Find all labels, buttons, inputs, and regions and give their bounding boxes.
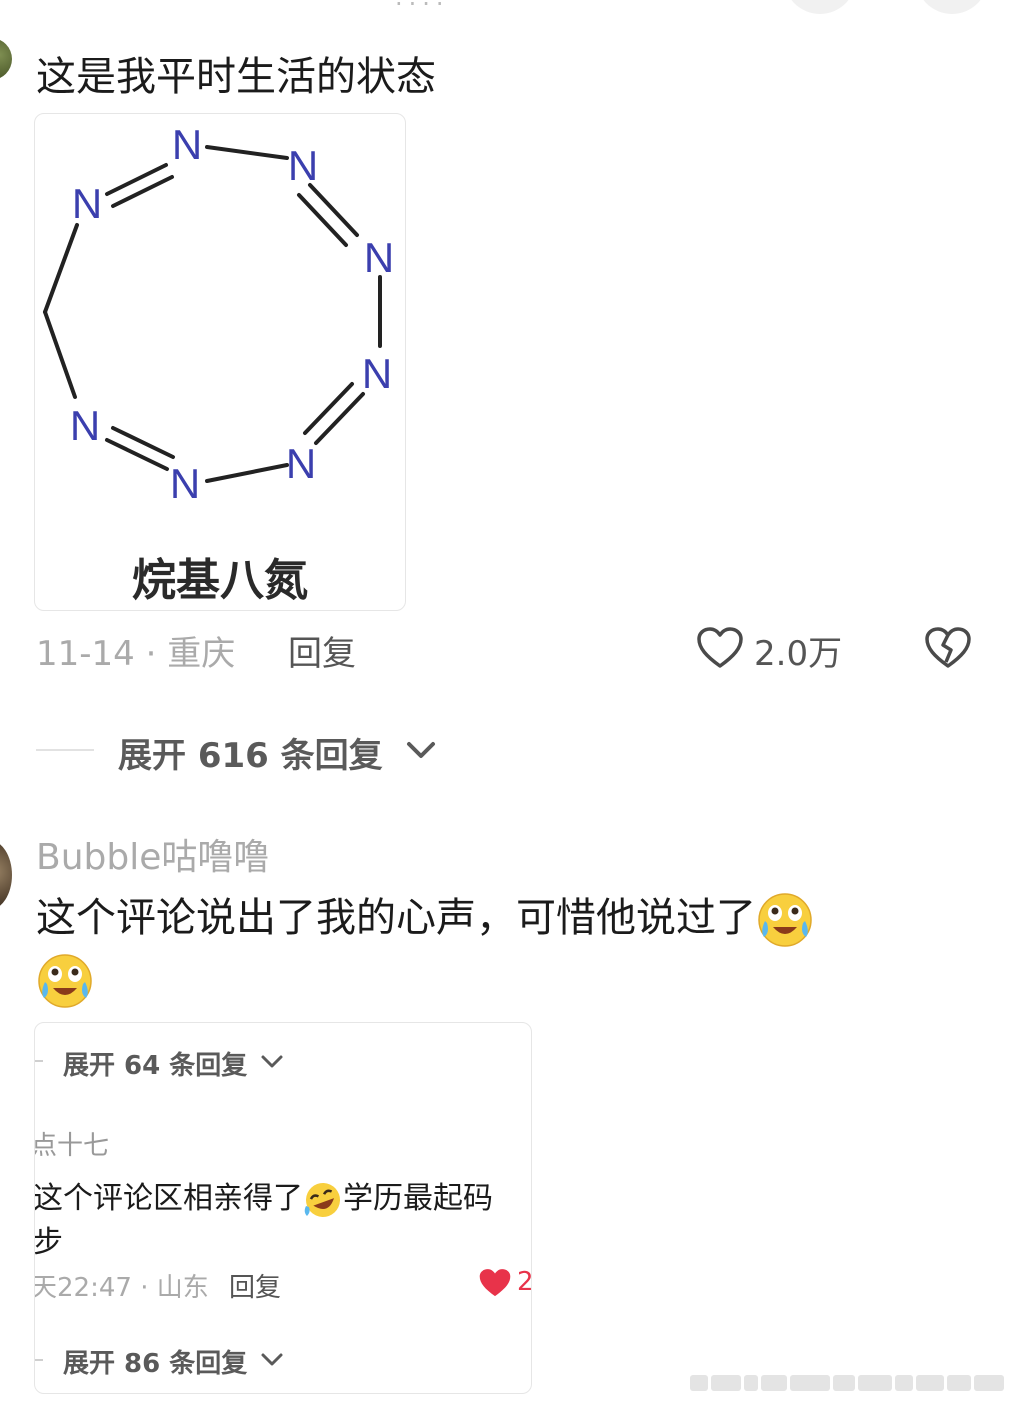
reply-label: 回复 xyxy=(229,1273,282,1303)
like-count: 2 xyxy=(517,1267,532,1297)
top-title-fragment: ···· xyxy=(395,0,450,18)
top-bar: ···· xyxy=(0,0,1024,22)
heart-filled-icon xyxy=(479,1269,511,1297)
heart-icon xyxy=(697,627,743,668)
chevron-down-icon xyxy=(407,742,435,758)
username[interactable]: Bubble咕噜噜 xyxy=(36,828,269,880)
comment-image[interactable]: N N N N N N N N 烷基八氮 xyxy=(34,113,406,611)
divider xyxy=(36,749,94,751)
comment-text: 这个评论区相亲得了 学历最起码 xyxy=(34,1173,493,1220)
nitrogen-atom: N xyxy=(364,234,394,281)
comment-date-location: 11-14 · 重庆 xyxy=(36,634,236,674)
comment-text-part: 学历最起码 xyxy=(343,1181,493,1216)
rolling-laughing-emoji-icon xyxy=(304,1182,340,1217)
username: 点十七 xyxy=(34,1131,110,1161)
image-caption: 烷基八氮 xyxy=(132,555,308,606)
nitrogen-atom: N xyxy=(72,180,102,227)
reply-button[interactable]: 回复 xyxy=(288,626,356,675)
nitrogen-atom: N xyxy=(288,142,318,189)
like-count: 2.0万 xyxy=(754,634,843,674)
nitrogen-ring-structure: N N N N N N N N xyxy=(43,121,394,507)
more-icon[interactable] xyxy=(784,0,856,14)
chevron-down-icon xyxy=(261,1055,283,1068)
comment-image[interactable]: 展开 64 条回复 点十七 这个评论区相亲得了 学历最起码 步 天22:47 ·… xyxy=(34,1022,532,1394)
expand-replies-label: 展开 64 条回复 xyxy=(63,1051,248,1081)
laughing-tears-emoji-icon xyxy=(38,954,92,1008)
comment-text: 这个评论说出了我的心声，可惜他说过了 xyxy=(36,888,976,1010)
expand-replies-label: 展开 86 条回复 xyxy=(63,1349,248,1379)
divider xyxy=(35,1359,43,1361)
avatar[interactable] xyxy=(0,38,12,80)
nitrogen-atom: N xyxy=(70,402,100,449)
nitrogen-atom: N xyxy=(286,440,316,487)
comment-text-part: 这个评论区相亲得了 xyxy=(34,1181,303,1216)
share-icon[interactable] xyxy=(916,0,988,14)
divider xyxy=(35,1060,43,1062)
nitrogen-atom: N xyxy=(170,460,200,507)
watermark xyxy=(690,1372,1016,1394)
nitrogen-atom: N xyxy=(362,350,392,397)
comment-text: 步 xyxy=(34,1225,63,1260)
comment-text-body: 这个评论说出了我的心声，可惜他说过了 xyxy=(36,895,756,941)
avatar[interactable] xyxy=(0,840,12,910)
comment-date-location: 天22:47 · 山东 xyxy=(34,1273,209,1303)
nitrogen-atom: N xyxy=(172,121,202,168)
expand-replies-label[interactable]: 展开 616 条回复 xyxy=(118,728,383,777)
broken-heart-icon xyxy=(925,627,971,668)
chevron-down-icon xyxy=(261,1353,283,1366)
comment-text: 这是我平时生活的状态 xyxy=(36,54,436,100)
dislike-button[interactable] xyxy=(924,626,972,674)
comment-meta: 11-14 · 重庆 回复 2.0万 xyxy=(36,626,996,674)
laughing-tears-emoji-icon xyxy=(758,893,812,947)
